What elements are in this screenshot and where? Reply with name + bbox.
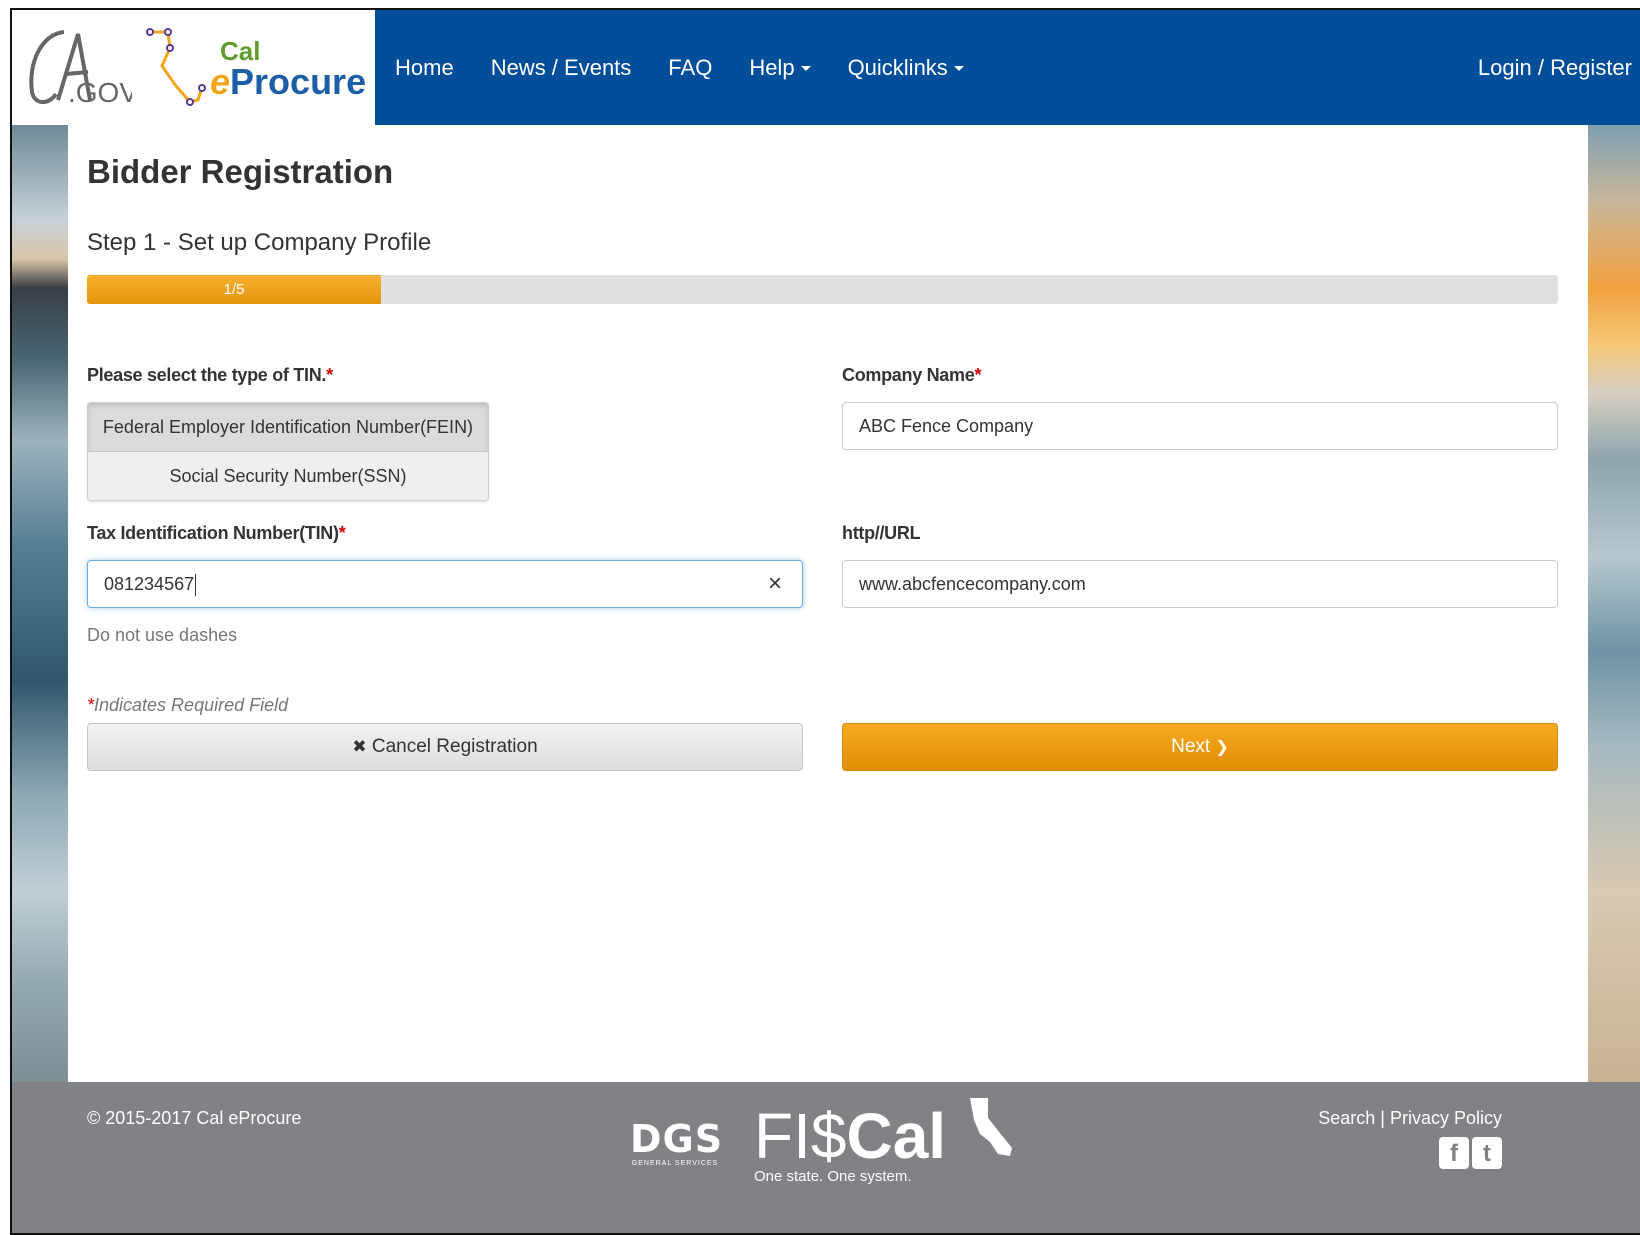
browser-frame: .GOV Cal eProcure Home News / Events FAQ… (10, 8, 1640, 1235)
caret-down-icon (800, 66, 811, 72)
footer-links: Search | Privacy Policy (1318, 1108, 1502, 1129)
tin-label: Tax Identification Number(TIN)* (87, 523, 346, 543)
tin-input[interactable]: 081234567 × (87, 560, 803, 608)
next-button[interactable]: Next ❯ (842, 723, 1558, 771)
main-nav: Home News / Events FAQ Help Quicklinks (375, 10, 981, 125)
tin-input-value: 081234567 (104, 574, 195, 594)
social-links: f t (1439, 1137, 1502, 1169)
required-field-note: *Indicates Required Field (87, 695, 289, 715)
background-image-right (1588, 125, 1640, 1082)
progress-bar-fill: 1/5 (87, 275, 382, 304)
tin-help-text: Do not use dashes (87, 625, 238, 645)
cancel-registration-label: Cancel Registration (371, 736, 538, 757)
link-separator: | (1375, 1108, 1390, 1128)
footer-privacy-link[interactable]: Privacy Policy (1390, 1108, 1502, 1128)
tin-option-ssn[interactable]: Social Security Number(SSN) (88, 452, 488, 500)
nav-quicklinks-label: Quicklinks (847, 54, 948, 80)
login-register-link[interactable]: Login / Register (1478, 10, 1632, 125)
cal-eprocure-wordmark: Cal eProcure (210, 36, 367, 102)
dgs-logo: DGS GENERAL SERVICES (630, 1117, 724, 1167)
url-label: http//URL (842, 523, 921, 543)
company-name-label: Company Name* (842, 365, 982, 385)
site-footer: © 2015-2017 Cal eProcure DGS GENERAL SER… (12, 1082, 1640, 1233)
tin-type-label: Please select the type of TIN.* (87, 365, 333, 385)
required-asterisk: * (87, 695, 95, 715)
nav-home[interactable]: Home (395, 55, 454, 81)
ca-gov-logo[interactable]: .GOV (22, 22, 132, 112)
tin-option-fein[interactable]: Federal Employer Identification Number(F… (88, 403, 488, 452)
facebook-icon[interactable]: f (1439, 1137, 1469, 1169)
required-asterisk: * (326, 365, 333, 385)
nav-faq[interactable]: FAQ (668, 55, 712, 81)
caret-down-icon (953, 66, 964, 72)
constellation-icon (146, 28, 206, 106)
twitter-icon[interactable]: t (1472, 1137, 1502, 1169)
chevron-right-icon: ❯ (1215, 739, 1229, 756)
progress-bar: 1/5 (87, 275, 1558, 304)
cal-eprocure-logo[interactable]: Cal eProcure (140, 18, 367, 118)
footer-search-link[interactable]: Search (1318, 1108, 1375, 1128)
ca-gov-text: .GOV (68, 77, 132, 108)
next-label: Next (1171, 736, 1211, 757)
cancel-registration-button[interactable]: ✖ Cancel Registration (87, 723, 803, 771)
nav-help-label: Help (749, 54, 795, 80)
logo-area: .GOV Cal eProcure (12, 10, 375, 125)
nav-news-events[interactable]: News / Events (491, 55, 632, 81)
registration-panel: Bidder Registration Step 1 - Set up Comp… (68, 125, 1588, 1082)
clear-icon[interactable]: × (768, 561, 782, 607)
california-map-icon (969, 1098, 1012, 1156)
site-header: .GOV Cal eProcure Home News / Events FAQ… (12, 10, 1640, 125)
nav-help-dropdown[interactable]: Help (749, 54, 811, 81)
text-cursor (195, 574, 197, 597)
tin-type-selector: Federal Employer Identification Number(F… (87, 402, 489, 501)
required-asterisk: * (974, 365, 982, 385)
company-name-input[interactable]: ABC Fence Company (842, 402, 1558, 450)
required-asterisk: * (338, 523, 346, 543)
copyright-text: © 2015-2017 Cal eProcure (87, 1108, 302, 1128)
background-image-left (12, 125, 68, 1082)
step-title: Step 1 - Set up Company Profile (87, 229, 432, 256)
nav-quicklinks-dropdown[interactable]: Quicklinks (848, 55, 964, 81)
close-icon: ✖ (352, 737, 367, 756)
fiscal-logo: FI$Cal One state. One system. (754, 1096, 1016, 1185)
url-input[interactable]: www.abcfencecompany.com (842, 560, 1558, 608)
page-title: Bidder Registration (87, 153, 394, 190)
